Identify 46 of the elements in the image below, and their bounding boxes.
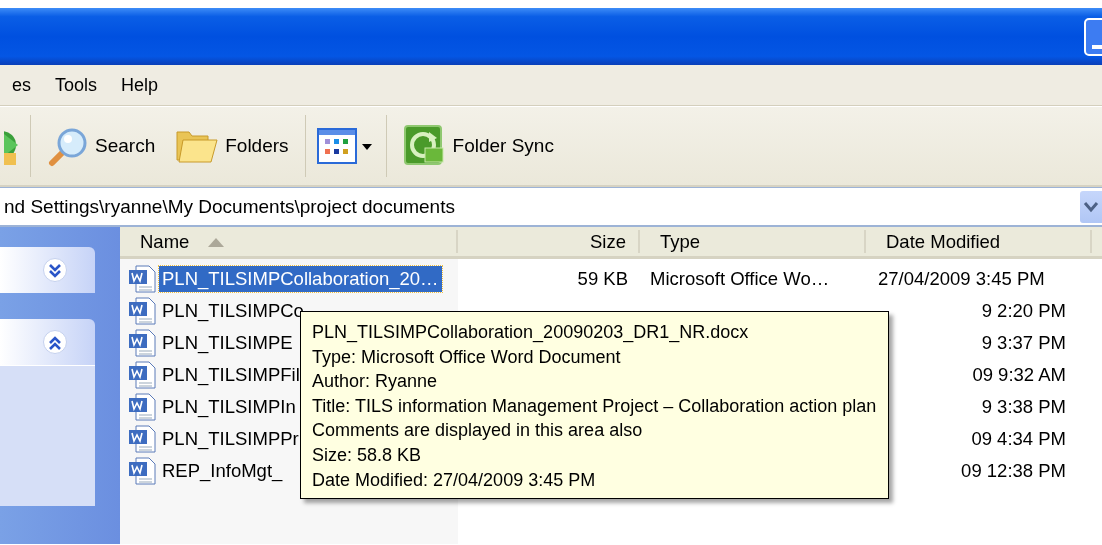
menu-item[interactable]: Tools <box>43 74 110 96</box>
tooltip-line: Type: Microsoft Office Word Document <box>312 345 621 369</box>
chevron-down-icon <box>1083 200 1099 213</box>
date-modified: 9 2:20 PM <box>981 300 1066 322</box>
word-document-icon <box>128 297 156 325</box>
word-document-icon <box>128 457 156 485</box>
sync-icon <box>402 124 447 168</box>
word-document-icon <box>128 393 156 421</box>
word-document-icon <box>128 425 156 453</box>
file-name[interactable]: REP_InfoMgt_ <box>159 458 286 484</box>
date-modified: 9 3:37 PM <box>981 332 1066 354</box>
column-header[interactable]: Date Modified <box>866 230 1092 253</box>
date-modified: 09 12:38 PM <box>961 460 1066 482</box>
menu-item[interactable]: es <box>0 74 43 96</box>
file-name[interactable]: PLN_TILSIMPCollaboration_20… <box>159 266 442 292</box>
word-document-icon <box>128 265 156 293</box>
tooltip-line: PLN_TILSIMPCollaboration_20090203_DR1_NR.docx <box>312 321 749 345</box>
word-document-icon <box>128 329 156 357</box>
expand-chevron-icon[interactable] <box>43 257 69 283</box>
tooltip-line: Author: Ryanne <box>312 370 438 394</box>
file-type: Microsoft Office Wo… <box>649 268 831 290</box>
column-header[interactable]: Name <box>120 230 458 253</box>
date-modified: 09 9:32 AM <box>972 364 1066 386</box>
file-name[interactable]: PLN_TILSIMPIn <box>159 394 299 420</box>
address-field[interactable]: nd Settings\ryanne\My Documents\project documents <box>0 195 1080 218</box>
sync-button[interactable]: Folder Sync <box>392 122 564 170</box>
minimize-button[interactable] <box>1084 17 1102 56</box>
tooltip-line: Comments are displayed in this area also <box>312 419 643 443</box>
date-modified: 09 4:34 PM <box>971 428 1066 450</box>
file-name[interactable]: PLN_TILSIMPPr <box>159 426 302 452</box>
file-name[interactable]: PLN_TILSIMPFil <box>159 362 303 388</box>
tooltip-line: Date Modified: 27/04/2009 3:45 PM <box>312 468 596 492</box>
column-header[interactable]: Size <box>458 230 640 253</box>
tooltip-line: Size: 58.8 KB <box>312 443 422 467</box>
word-document-icon <box>128 361 156 389</box>
file-name[interactable]: PLN_TILSIMPE <box>159 330 296 356</box>
dropdown-button[interactable] <box>1080 190 1102 223</box>
search-button[interactable]: Search <box>37 122 166 170</box>
file-size: 59 KB <box>576 268 629 290</box>
column-header[interactable]: Type <box>640 230 866 253</box>
date-modified: 27/04/2009 3:45 PM <box>878 268 1045 290</box>
menu-item[interactable]: Help <box>109 74 171 96</box>
folders-button[interactable]: Folders <box>165 122 299 170</box>
date-modified: 9 3:38 PM <box>981 396 1066 418</box>
collapse-chevron-icon[interactable] <box>43 329 69 355</box>
tooltip-line: Title: TILS information Management Project – Collaboration action plan <box>312 394 877 418</box>
